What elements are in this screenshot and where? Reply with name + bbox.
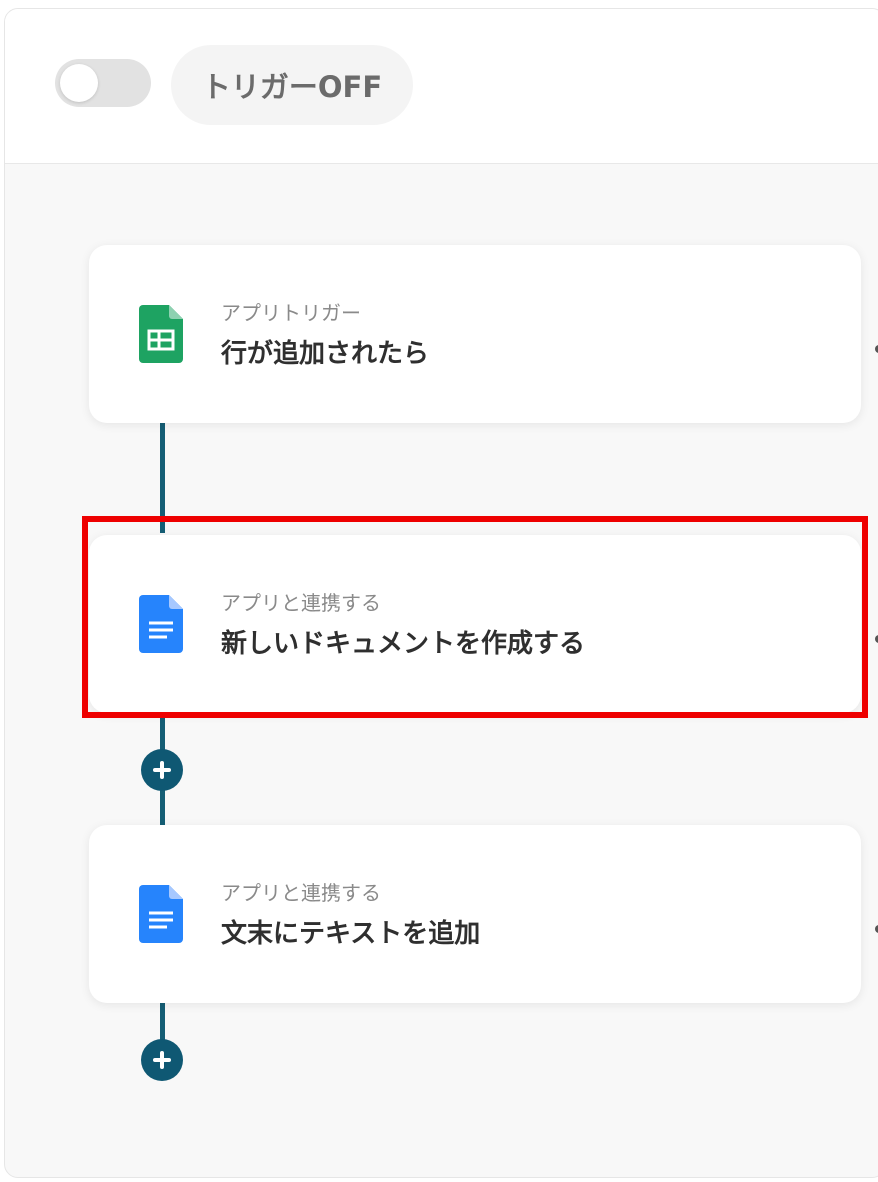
add-step-button[interactable] bbox=[141, 749, 183, 791]
google-sheets-icon bbox=[139, 305, 183, 363]
flow-step-append-text[interactable]: アプリと連携する 文末にテキストを追加 bbox=[89, 825, 861, 1003]
workflow-header: トリガーOFF bbox=[5, 9, 878, 164]
step-category-label: アプリと連携する bbox=[221, 591, 381, 615]
google-docs-icon bbox=[139, 885, 183, 943]
flow-step-create-document[interactable]: アプリと連携する 新しいドキュメントを作成する bbox=[89, 535, 861, 713]
flow-step-trigger[interactable]: アプリトリガー 行が追加されたら bbox=[89, 245, 861, 423]
step-category-label: アプリトリガー bbox=[221, 301, 361, 325]
trigger-toggle[interactable] bbox=[55, 59, 151, 107]
flow-connector bbox=[160, 423, 165, 533]
add-step-button[interactable] bbox=[141, 1039, 183, 1081]
step-title: 行が追加されたら bbox=[221, 339, 430, 369]
step-category-label: アプリと連携する bbox=[221, 881, 381, 905]
toggle-knob bbox=[60, 64, 98, 102]
trigger-status-badge: トリガーOFF bbox=[171, 45, 413, 125]
google-docs-icon bbox=[139, 595, 183, 653]
plus-icon bbox=[153, 1051, 171, 1069]
plus-icon bbox=[153, 761, 171, 779]
trigger-status-label: トリガーOFF bbox=[201, 70, 383, 104]
workflow-panel: トリガーOFF アプリトリガー 行が追加されたら アプリと連携する 新しいドキュ… bbox=[4, 8, 878, 1178]
step-title: 文末にテキストを追加 bbox=[221, 919, 481, 949]
step-title: 新しいドキュメントを作成する bbox=[221, 629, 586, 659]
